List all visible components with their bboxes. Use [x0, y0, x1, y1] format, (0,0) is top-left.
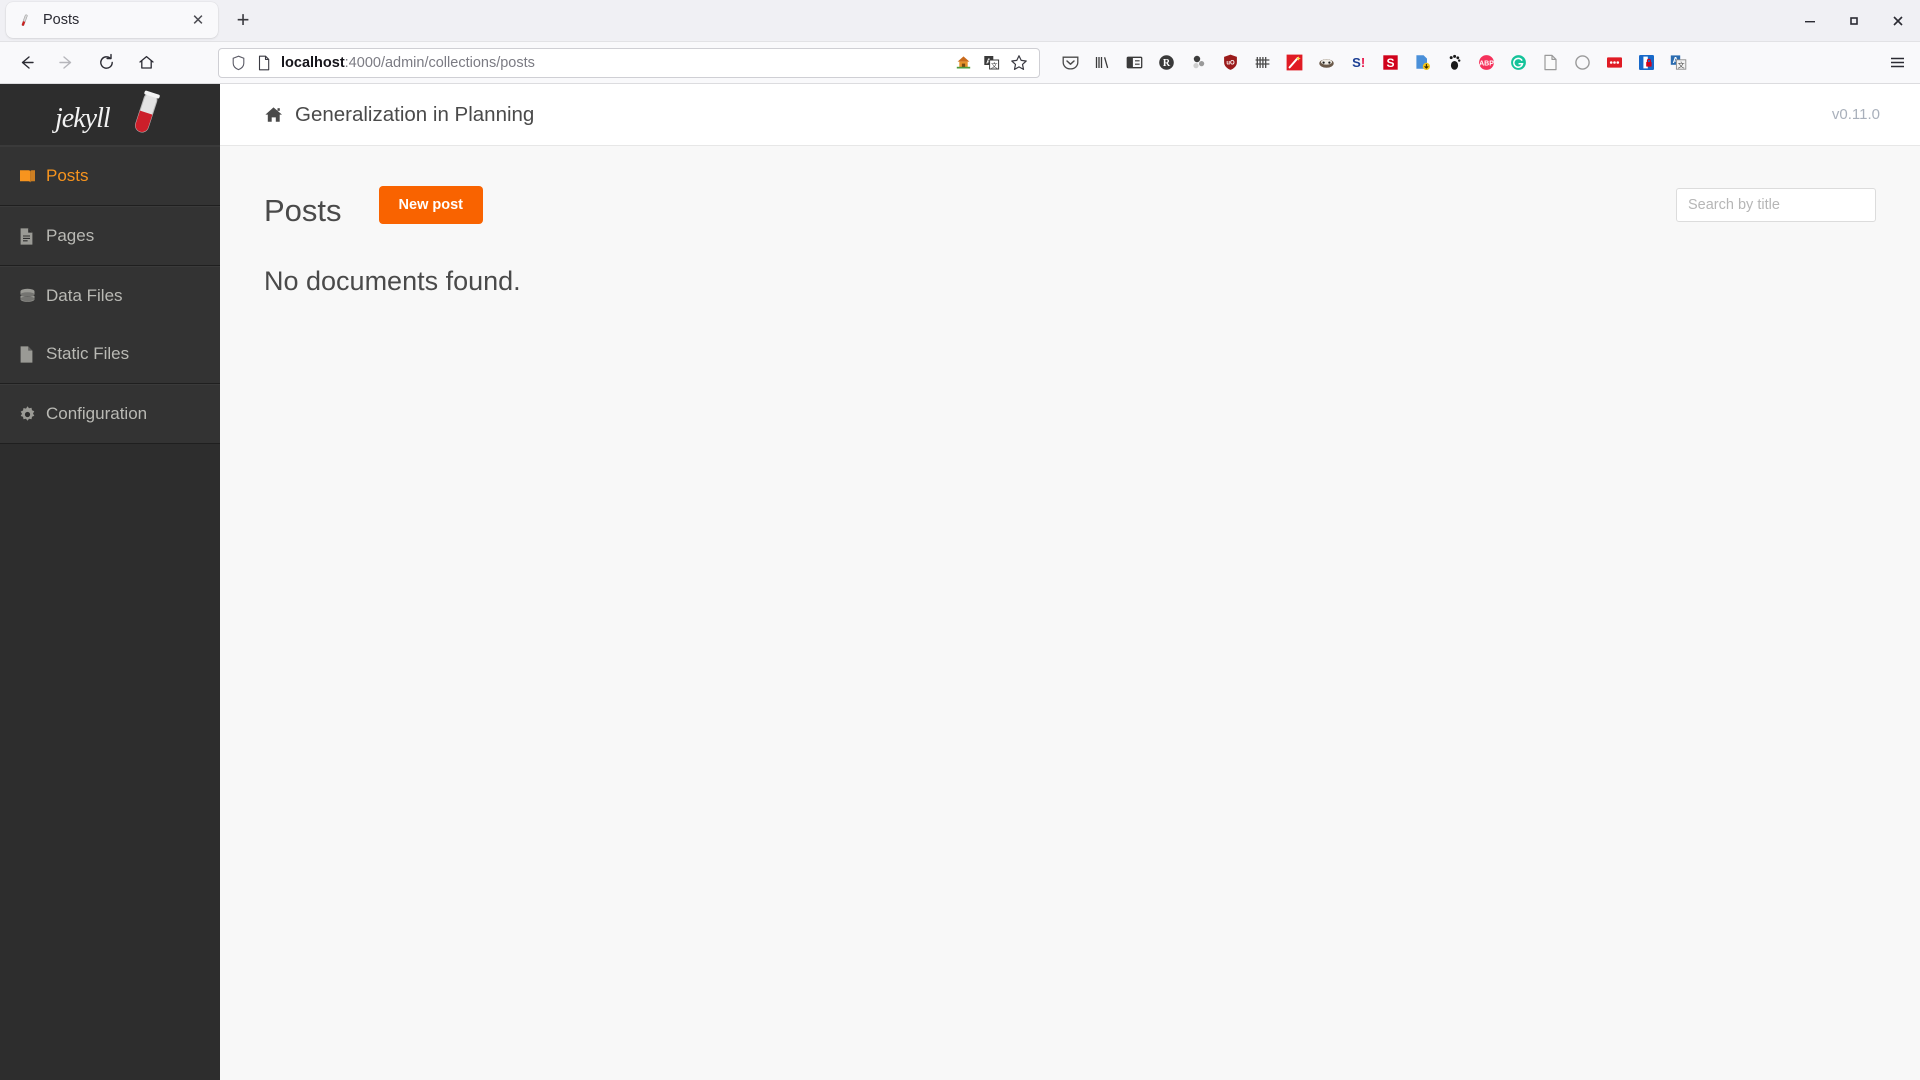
- sidebar-item-posts[interactable]: Posts: [0, 147, 220, 205]
- circle-extension-icon[interactable]: [1567, 48, 1597, 78]
- file-icon: [18, 345, 44, 364]
- empty-state-message: No documents found.: [264, 266, 521, 296]
- honey-badger-extension-icon[interactable]: [1311, 48, 1341, 78]
- site-header: Generalization in Planning v0.11.0: [220, 84, 1920, 146]
- sidebar-item-static-files[interactable]: Static Files: [0, 325, 220, 383]
- url-bar[interactable]: localhost:4000/admin/collections/posts A: [218, 47, 1040, 78]
- library-extension-icon[interactable]: [1087, 48, 1117, 78]
- file-text-icon: [18, 227, 44, 246]
- maximize-icon[interactable]: [1832, 0, 1876, 42]
- ublock-origin-extension-icon[interactable]: uO: [1215, 48, 1245, 78]
- molecule-extension-icon[interactable]: [1183, 48, 1213, 78]
- sesame-extension-icon[interactable]: S: [1375, 48, 1405, 78]
- translate-page-icon[interactable]: A 文: [977, 50, 1005, 76]
- dots-extension-icon[interactable]: [1599, 48, 1629, 78]
- admin-sidebar: jekyll Posts Pages Data Files Static Fil…: [0, 84, 220, 1080]
- back-icon[interactable]: [8, 47, 44, 79]
- new-post-button[interactable]: New post: [378, 186, 483, 224]
- page-viewport: jekyll Posts Pages Data Files Static Fil…: [0, 84, 1920, 1080]
- home-icon[interactable]: [128, 47, 164, 79]
- minimize-icon[interactable]: [1788, 0, 1832, 42]
- window-controls: [1788, 0, 1920, 42]
- content-panel: Posts New post No documents found.: [220, 146, 1920, 1080]
- main-area: Generalization in Planning v0.11.0 Posts…: [220, 84, 1920, 1080]
- url-path: :4000/admin/collections/posts: [344, 54, 535, 71]
- url-text[interactable]: localhost:4000/admin/collections/posts: [277, 55, 949, 71]
- navigation-toolbar: localhost:4000/admin/collections/posts A: [0, 42, 1920, 84]
- page-document-icon[interactable]: [251, 50, 277, 76]
- reader-sidebar-extension-icon[interactable]: [1119, 48, 1149, 78]
- book-icon: [18, 168, 44, 185]
- jekyll-logo[interactable]: jekyll: [0, 84, 220, 146]
- svg-text:S: S: [1386, 56, 1394, 70]
- sidebar-item-label: Data Files: [46, 286, 123, 305]
- svg-text:uO: uO: [1226, 60, 1235, 66]
- reload-icon[interactable]: [88, 47, 124, 79]
- database-icon: [18, 287, 44, 306]
- collection-title: Posts: [264, 193, 342, 228]
- svg-text:S: S: [1352, 55, 1361, 70]
- page-title: Generalization in Planning: [295, 102, 535, 126]
- svg-text:!: !: [1360, 55, 1364, 70]
- sidebar-group-files: Data Files Static Files: [0, 266, 220, 384]
- sidebar-item-label: Configuration: [46, 404, 148, 423]
- sidebar-item-label: Pages: [46, 226, 95, 245]
- version-label: v0.11.0: [1831, 106, 1880, 123]
- svg-text:jekyll: jekyll: [52, 103, 111, 134]
- content-toolbar: Posts New post: [264, 186, 1876, 226]
- pocket-extension-icon[interactable]: [1055, 48, 1085, 78]
- svg-text:ABP: ABP: [1479, 60, 1494, 67]
- svg-text:文: 文: [990, 60, 997, 69]
- window-close-icon[interactable]: [1876, 0, 1920, 42]
- reddit-extension-icon[interactable]: R: [1151, 48, 1181, 78]
- fence-extension-icon[interactable]: [1247, 48, 1277, 78]
- svg-text:R: R: [1162, 58, 1170, 69]
- url-host: localhost: [281, 54, 345, 71]
- sidebar-item-label: Static Files: [46, 344, 130, 363]
- site-title-link[interactable]: Generalization in Planning: [264, 103, 534, 127]
- sidebar-item-pages[interactable]: Pages: [0, 207, 220, 265]
- home-page-action-icon[interactable]: [949, 50, 977, 76]
- extension-toolbar: R uO S! S ABP A 文: [1054, 48, 1876, 78]
- document-extension-icon[interactable]: [1535, 48, 1565, 78]
- gnome-extension-icon[interactable]: [1439, 48, 1469, 78]
- adblock-plus-extension-icon[interactable]: ABP: [1471, 48, 1501, 78]
- forward-icon[interactable]: [48, 47, 84, 79]
- magic-wand-extension-icon[interactable]: [1279, 48, 1309, 78]
- new-tab-button[interactable]: +: [226, 3, 260, 37]
- search-input[interactable]: [1676, 188, 1876, 222]
- sidebar-group-pages: Pages: [0, 206, 220, 266]
- grammarly-extension-icon[interactable]: [1503, 48, 1533, 78]
- browser-window: Posts ✕ + localhost:4000/admin/collectio…: [0, 0, 1920, 1080]
- sidebar-group-configuration: Configuration: [0, 384, 220, 444]
- app-menu-icon[interactable]: [1880, 47, 1914, 79]
- tracking-protection-shield-icon[interactable]: [225, 50, 251, 76]
- browser-tab-posts[interactable]: Posts ✕: [6, 2, 218, 38]
- sidebar-item-configuration[interactable]: Configuration: [0, 385, 220, 443]
- bookmark-star-icon[interactable]: [1005, 50, 1033, 76]
- sidebar-group-posts: Posts: [0, 146, 220, 206]
- svg-text:文: 文: [1677, 60, 1684, 69]
- translate-extension-icon[interactable]: A 文: [1663, 48, 1693, 78]
- url-bar-actions: A 文: [949, 50, 1033, 76]
- tab-strip: Posts ✕ +: [0, 0, 1920, 42]
- skyscanner-extension-icon[interactable]: S!: [1343, 48, 1373, 78]
- save-page-extension-icon[interactable]: [1407, 48, 1437, 78]
- sidebar-item-label: Posts: [46, 166, 89, 185]
- gear-icon: [18, 405, 44, 424]
- home-icon: [264, 106, 283, 123]
- jekyll-favicon: [16, 12, 33, 29]
- tab-title: Posts: [43, 12, 80, 28]
- close-icon[interactable]: ✕: [188, 10, 208, 30]
- sidebar-item-data-files[interactable]: Data Files: [0, 267, 220, 325]
- password-shield-extension-icon[interactable]: [1631, 48, 1661, 78]
